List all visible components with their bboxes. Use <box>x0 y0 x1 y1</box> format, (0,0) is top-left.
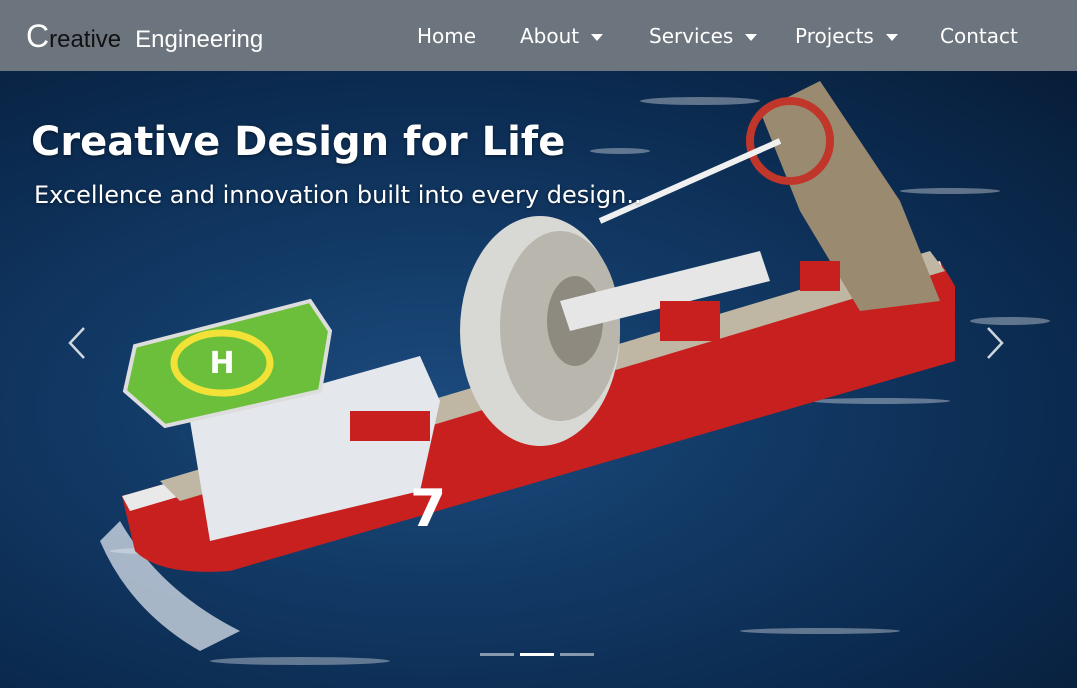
hero-subtitle: Excellence and innovation built into eve… <box>34 181 642 209</box>
nav-home-label: Home <box>417 24 477 48</box>
svg-text:H: H <box>209 346 234 381</box>
carousel-indicator-3[interactable] <box>560 653 594 656</box>
nav-contact[interactable]: Contact <box>940 22 1018 50</box>
nav-projects-label: Projects <box>795 24 874 48</box>
nav-home[interactable]: Home <box>417 22 476 50</box>
caret-down-icon <box>591 33 604 41</box>
hero-carousel: H 7 Creative Design for Life Excellence … <box>0 71 1077 688</box>
main-nav: Home About Services Projects Contact <box>0 0 1077 71</box>
carousel-prev-button[interactable] <box>57 323 97 363</box>
caret-down-icon <box>745 33 758 41</box>
nav-contact-label: Contact <box>940 24 1018 48</box>
caret-down-icon <box>885 33 898 41</box>
navbar: C reative Engineering Home About Service… <box>0 0 1077 71</box>
svg-text:7: 7 <box>410 479 446 539</box>
chevron-left-icon <box>68 327 85 359</box>
nav-about[interactable]: About <box>520 22 604 50</box>
nav-about-label: About <box>520 24 580 48</box>
carousel-indicator-1[interactable] <box>480 653 514 656</box>
chevron-right-icon <box>987 327 1004 359</box>
carousel-next-button[interactable] <box>975 323 1015 363</box>
hero-title: Creative Design for Life <box>31 119 566 165</box>
carousel-indicator-2[interactable] <box>520 653 554 656</box>
nav-services[interactable]: Services <box>649 22 758 50</box>
carousel-indicators <box>480 653 594 657</box>
nav-services-label: Services <box>649 24 734 48</box>
nav-projects[interactable]: Projects <box>795 22 898 50</box>
